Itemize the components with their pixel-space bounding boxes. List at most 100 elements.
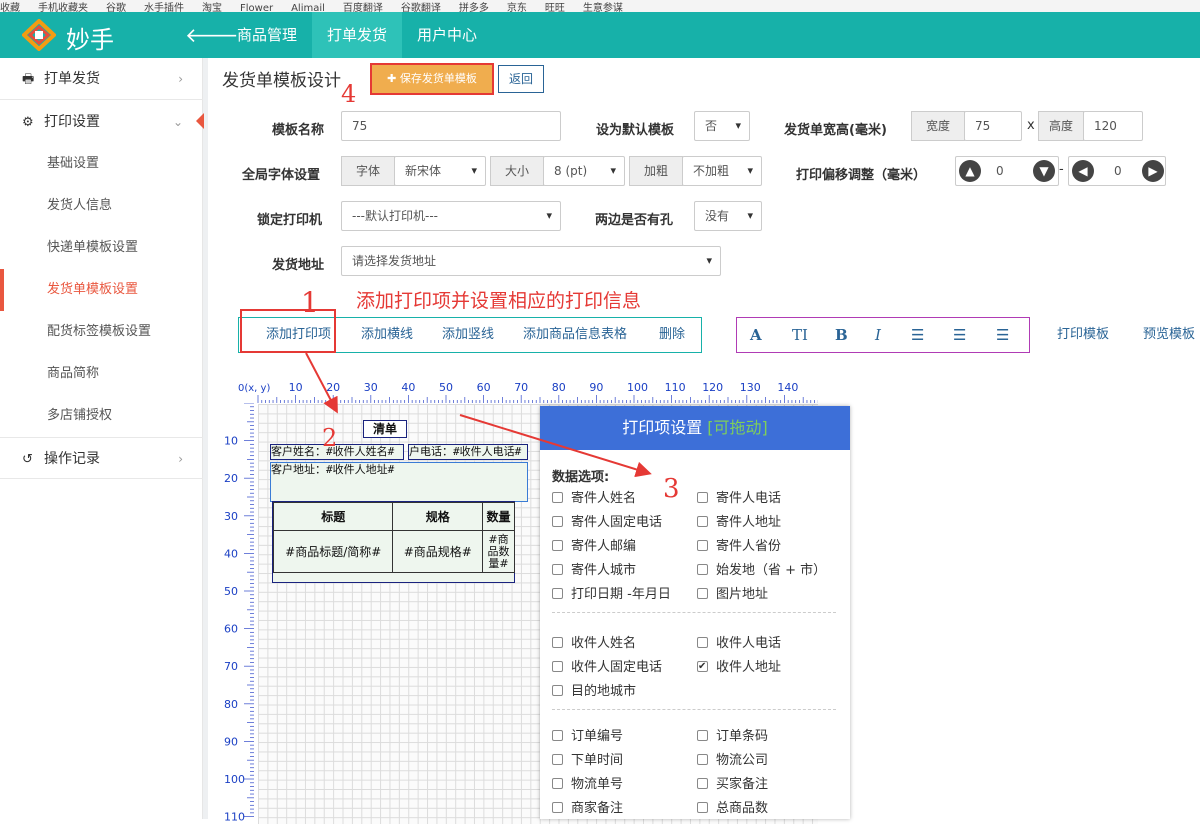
sidebar-item-multi-shop-auth[interactable]: 多店铺授权 <box>0 395 203 437</box>
bookmark-item[interactable]: 水手插件 <box>144 4 184 13</box>
nav-item-products[interactable]: 商品管理 <box>222 12 312 58</box>
sidebar-item-label-template[interactable]: 配货标签模板设置 <box>0 311 203 353</box>
checkbox-icon[interactable] <box>552 564 563 575</box>
data-option-checkbox[interactable]: 订单编号 <box>552 728 623 746</box>
arrow-down-icon[interactable]: ▼ <box>1033 160 1055 182</box>
template-name-input[interactable]: 75 <box>341 111 561 141</box>
holes-select[interactable]: 没有 <box>694 201 762 231</box>
add-horizontal-line-button[interactable]: 添加横线 <box>361 318 413 352</box>
align-left-icon[interactable]: ☰ <box>953 318 966 352</box>
checkbox-icon[interactable] <box>697 730 708 741</box>
data-option-checkbox[interactable]: 收件人电话 <box>697 635 781 653</box>
data-option-checkbox[interactable]: 寄件人固定电话 <box>552 514 662 532</box>
checkbox-icon[interactable] <box>697 778 708 789</box>
data-option-checkbox[interactable]: 商家备注 <box>552 800 623 818</box>
back-arrow-icon[interactable]: 🡐 <box>185 24 239 46</box>
bookmark-item[interactable]: 拼多多 <box>459 4 489 13</box>
bookmark-item[interactable]: 收藏 <box>0 4 20 13</box>
align-right-icon[interactable]: ☰ <box>996 318 1009 352</box>
bold-button[interactable]: B <box>835 318 848 352</box>
logo[interactable]: 妙手 <box>22 17 132 54</box>
nav-item-orders[interactable]: 打单发货 <box>312 12 403 58</box>
arrow-right-icon[interactable]: ▶ <box>1142 160 1164 182</box>
checkbox-icon[interactable] <box>697 588 708 599</box>
sidebar-item-invoice-template[interactable]: 发货单模板设置 <box>0 269 203 311</box>
checkbox-icon[interactable] <box>552 778 563 789</box>
data-option-checkbox[interactable]: 寄件人城市 <box>552 562 636 580</box>
checkbox-icon[interactable] <box>697 637 708 648</box>
checkbox-icon[interactable] <box>552 661 563 672</box>
data-option-checkbox[interactable]: 收件人地址 <box>697 658 781 677</box>
font-color-button[interactable]: A <box>750 318 762 352</box>
bookmark-item[interactable]: 手机收藏夹 <box>38 4 88 13</box>
data-option-checkbox[interactable]: 买家备注 <box>697 776 768 794</box>
italic-button[interactable]: I <box>875 318 881 352</box>
checkbox-icon[interactable] <box>552 516 563 527</box>
sidebar-item-express-template[interactable]: 快递单模板设置 <box>0 227 203 269</box>
bookmark-item[interactable]: Alimail <box>291 4 325 13</box>
data-option-checkbox[interactable]: 下单时间 <box>552 752 623 770</box>
bookmark-item[interactable]: 生意参谋 <box>583 4 623 13</box>
bookmark-item[interactable]: 谷歌 <box>106 4 126 13</box>
data-option-checkbox[interactable]: 收件人姓名 <box>552 635 636 653</box>
print-item-phone[interactable]: 户电话：#收件人电话# <box>408 444 528 460</box>
data-option-checkbox[interactable]: 寄件人省份 <box>697 538 781 556</box>
save-template-button[interactable]: ✚ 保存发货单模板 <box>370 63 494 95</box>
nav-item-user-center[interactable]: 用户中心 <box>402 12 492 58</box>
checkbox-icon[interactable] <box>552 802 563 813</box>
data-option-checkbox[interactable]: 打印日期 -年月日 <box>552 586 671 604</box>
checkbox-icon[interactable] <box>697 754 708 765</box>
print-item-address[interactable]: 客户地址：#收件人地址# <box>270 462 528 502</box>
data-option-checkbox[interactable]: 图片地址 <box>697 586 768 604</box>
bookmark-item[interactable]: 旺旺 <box>545 4 565 13</box>
checkbox-icon[interactable] <box>697 492 708 503</box>
align-center-icon[interactable]: ☰ <box>911 318 924 352</box>
data-option-checkbox[interactable]: 寄件人姓名 <box>552 490 636 508</box>
bookmark-item[interactable]: 百度翻译 <box>343 4 383 13</box>
sidebar-item-operation-log[interactable]: ↺ 操作记录 › <box>0 437 203 479</box>
checkbox-icon[interactable] <box>552 685 563 696</box>
shipping-address-select[interactable]: 请选择发货地址 <box>341 246 721 276</box>
font-size-button[interactable]: TI <box>792 318 808 352</box>
data-option-checkbox[interactable]: 订单条码 <box>697 728 768 746</box>
print-template-link[interactable]: 打印模板 <box>1057 318 1109 352</box>
font-size-select[interactable]: 8 (pt) <box>543 156 625 186</box>
checkbox-icon[interactable] <box>552 492 563 503</box>
arrow-up-icon[interactable]: ▲ <box>959 160 981 182</box>
bookmark-item[interactable]: Flower <box>240 4 273 13</box>
sidebar-item-print-settings[interactable]: ⚙ 打印设置 ⌄ <box>0 101 203 143</box>
print-item-settings-panel[interactable]: 打印项设置 [可拖动] 数据选项: 寄件人姓名 寄件人电话 寄件人固定电话 寄件人地址… <box>540 406 850 819</box>
offset-y-value[interactable]: 0 <box>996 157 1004 185</box>
font-family-select[interactable]: 新宋体 <box>394 156 486 186</box>
data-option-checkbox[interactable]: 寄件人地址 <box>697 514 781 532</box>
width-input[interactable]: 75 <box>964 111 1022 141</box>
product-table[interactable]: 标题 规格 数量 #商品标题/简称# #商品规格# #商品数量# <box>272 501 515 583</box>
height-input[interactable]: 120 <box>1083 111 1143 141</box>
data-option-checkbox[interactable]: 始发地（省 + 市） <box>697 562 826 580</box>
sidebar-item-print-ship[interactable]: 🖶 打单发货 › <box>0 58 203 100</box>
data-option-checkbox[interactable]: 物流单号 <box>552 776 623 794</box>
sidebar-item-sender-info[interactable]: 发货人信息 <box>0 185 203 227</box>
checkbox-icon[interactable] <box>697 564 708 575</box>
bookmark-item[interactable]: 淘宝 <box>202 4 222 13</box>
checkbox-icon[interactable] <box>552 637 563 648</box>
checkbox-icon[interactable] <box>697 802 708 813</box>
checkbox-icon[interactable] <box>552 588 563 599</box>
default-template-select[interactable]: 否 <box>694 111 750 141</box>
offset-x-value[interactable]: 0 <box>1114 157 1122 185</box>
checkbox-icon[interactable] <box>697 516 708 527</box>
return-button[interactable]: 返回 <box>498 65 544 93</box>
checkbox-icon[interactable] <box>697 658 708 676</box>
bold-select[interactable]: 不加粗 <box>682 156 762 186</box>
delete-button[interactable]: 删除 <box>659 318 685 352</box>
print-item-title[interactable]: 清单 <box>363 420 407 438</box>
add-product-table-button[interactable]: 添加商品信息表格 <box>523 318 627 352</box>
checkbox-icon[interactable] <box>552 540 563 551</box>
checkbox-icon[interactable] <box>697 540 708 551</box>
data-option-checkbox[interactable]: 寄件人电话 <box>697 490 781 508</box>
preview-template-link[interactable]: 预览模板 <box>1143 318 1195 352</box>
data-option-checkbox[interactable]: 收件人固定电话 <box>552 659 662 677</box>
printer-select[interactable]: ---默认打印机--- <box>341 201 561 231</box>
data-option-checkbox[interactable]: 总商品数 <box>697 800 768 818</box>
arrow-left-icon[interactable]: ◀ <box>1072 160 1094 182</box>
